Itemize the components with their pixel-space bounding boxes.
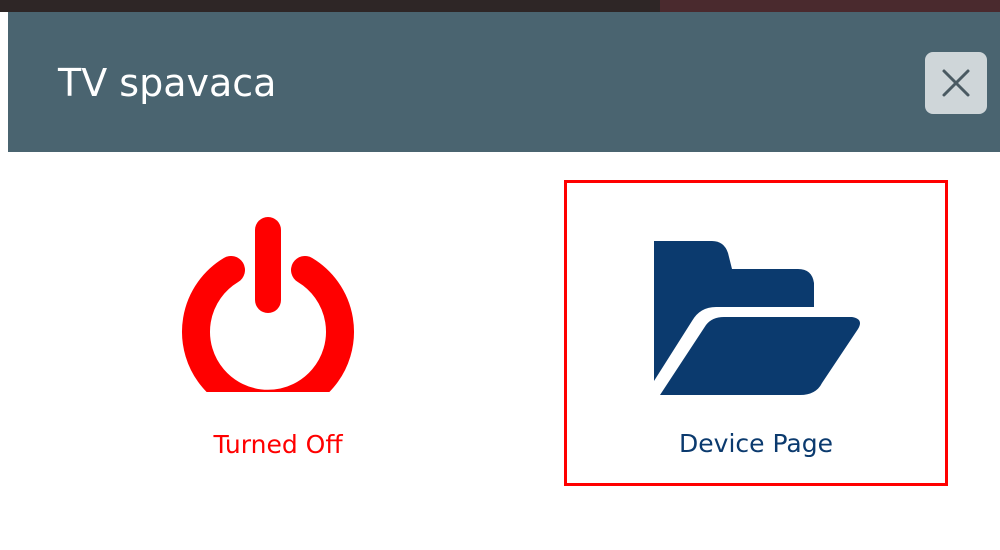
device-page-button[interactable]: Device Page: [564, 180, 948, 486]
close-button[interactable]: [925, 52, 987, 114]
close-icon: [942, 69, 970, 97]
power-icon: [182, 217, 354, 418]
dialog-header: TV spavaca: [8, 12, 1000, 152]
power-toggle-button[interactable]: Turned Off: [128, 182, 428, 492]
device-dialog: TV spavaca Turned Off Device Page: [8, 12, 1000, 550]
dialog-title: TV spavaca: [58, 61, 277, 105]
device-page-label: Device Page: [679, 429, 833, 458]
background-strip-left: [0, 0, 660, 12]
background-window-strip: [0, 0, 1000, 12]
power-status-label: Turned Off: [213, 430, 343, 459]
background-strip-right: [660, 0, 1000, 12]
folder-open-icon: [654, 241, 860, 395]
